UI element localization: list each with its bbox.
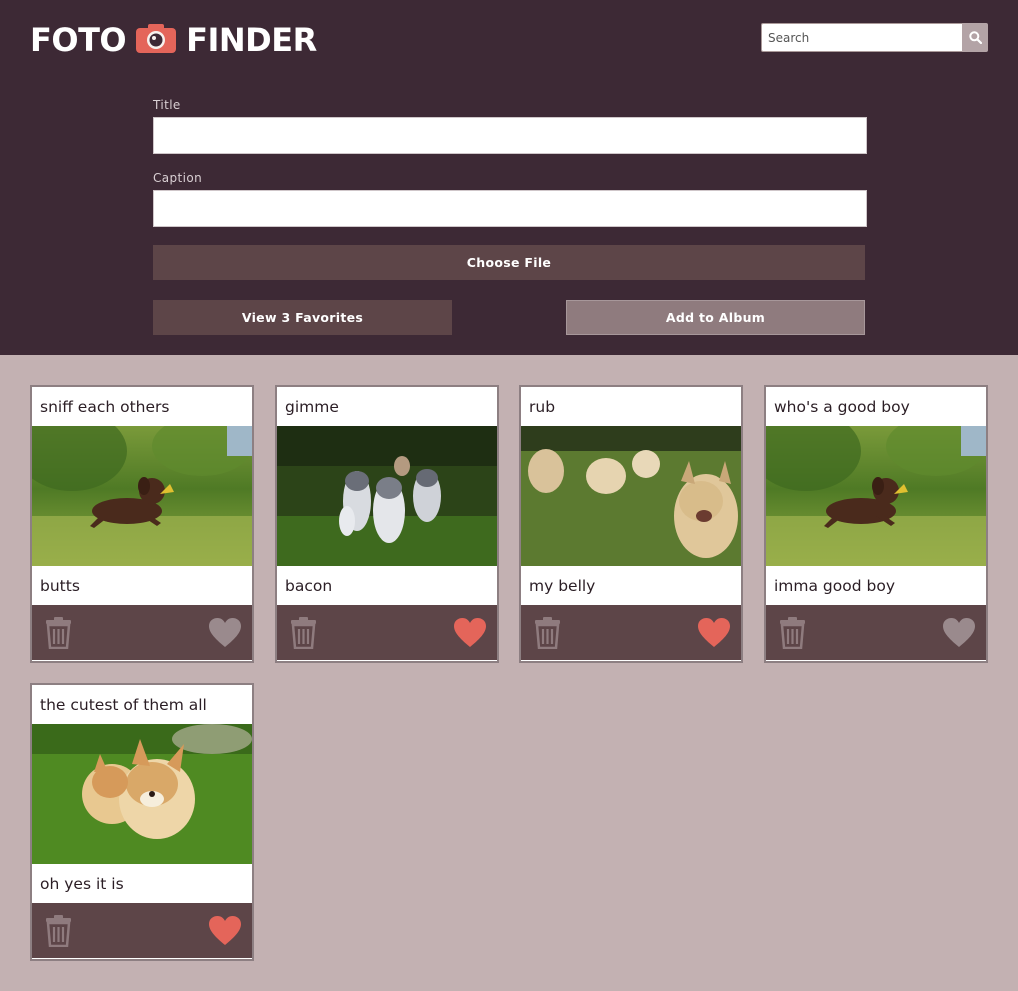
trash-icon[interactable] xyxy=(44,617,73,649)
card-title[interactable]: who's a good boy xyxy=(766,387,986,426)
photo-husky-puppies xyxy=(277,426,497,566)
add-to-album-button[interactable]: Add to Album xyxy=(566,300,865,335)
card-title[interactable]: gimme xyxy=(277,387,497,426)
photo-chocolate-lab-puppy xyxy=(766,426,986,566)
trash-icon[interactable] xyxy=(44,915,73,947)
app-header: FOTO FINDER Title Caption Choose File Vi… xyxy=(0,0,1018,355)
card-caption[interactable]: butts xyxy=(32,566,252,605)
view-favorites-button[interactable]: View 3 Favorites xyxy=(153,300,452,335)
trash-icon[interactable] xyxy=(533,617,562,649)
card-footer xyxy=(277,605,497,660)
search-bar xyxy=(761,23,988,52)
card-caption[interactable]: bacon xyxy=(277,566,497,605)
card-caption[interactable]: imma good boy xyxy=(766,566,986,605)
trash-icon[interactable] xyxy=(289,617,318,649)
search-icon xyxy=(968,31,982,44)
search-input[interactable] xyxy=(761,23,962,52)
photo-card: rub my belly xyxy=(519,385,743,663)
title-input[interactable] xyxy=(153,117,867,154)
card-footer xyxy=(766,605,986,660)
card-footer xyxy=(521,605,741,660)
caption-input[interactable] xyxy=(153,190,867,227)
search-button[interactable] xyxy=(962,23,988,52)
trash-icon[interactable] xyxy=(778,617,807,649)
photo-card: who's a good boy imma good boy xyxy=(764,385,988,663)
heart-icon[interactable] xyxy=(208,915,242,946)
photo-corgi-puppies xyxy=(32,724,252,864)
photo-card: gimme bacon xyxy=(275,385,499,663)
heart-icon[interactable] xyxy=(208,617,242,648)
choose-file-button[interactable]: Choose File xyxy=(153,245,865,280)
card-title[interactable]: sniff each others xyxy=(32,387,252,426)
heart-icon[interactable] xyxy=(942,617,976,648)
heart-icon[interactable] xyxy=(453,617,487,648)
photo-card: the cutest of them all oh yes it is xyxy=(30,683,254,961)
photo-card: sniff each others butts xyxy=(30,385,254,663)
card-title[interactable]: the cutest of them all xyxy=(32,685,252,724)
card-caption[interactable]: oh yes it is xyxy=(32,864,252,903)
photo-chocolate-lab-puppy xyxy=(32,426,252,566)
camera-icon xyxy=(136,23,177,53)
card-caption[interactable]: my belly xyxy=(521,566,741,605)
title-label: Title xyxy=(153,98,181,112)
logo-text-right: FINDER xyxy=(186,21,317,59)
card-title[interactable]: rub xyxy=(521,387,741,426)
logo-text-left: FOTO xyxy=(30,21,127,59)
heart-icon[interactable] xyxy=(697,617,731,648)
caption-label: Caption xyxy=(153,171,203,185)
logo: FOTO FINDER xyxy=(30,20,317,60)
card-footer xyxy=(32,903,252,958)
card-footer xyxy=(32,605,252,660)
photo-golden-puppies xyxy=(521,426,741,566)
